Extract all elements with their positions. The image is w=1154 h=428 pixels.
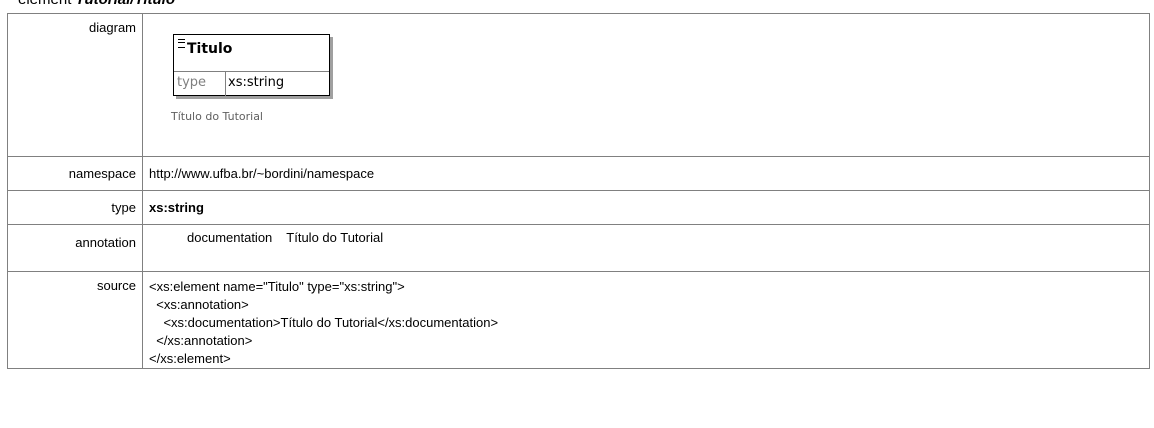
row-source: source <xs:element name="Titulo" type="x… [7, 271, 1150, 369]
element-type-row: type xs:string [174, 71, 329, 96]
element-caption: Título do Tutorial [171, 110, 263, 123]
source-code: <xs:element name="Titulo" type="xs:strin… [142, 271, 1150, 369]
element-box-title: Titulo [187, 41, 233, 57]
row-annotation: annotation documentation Título do Tutori… [7, 224, 1150, 272]
element-type-key: type [174, 72, 226, 96]
annotation-value: Título do Tutorial [286, 230, 384, 245]
namespace-label: namespace [7, 156, 143, 191]
row-type: type xs:string [7, 190, 1150, 225]
element-box[interactable]: Titulo type xs:string [173, 34, 330, 96]
heading-prefix: element [18, 0, 71, 8]
namespace-value: http://www.ufba.br/~bordini/namespace [142, 156, 1150, 191]
annotation-cell: documentation Título do Tutorial [142, 224, 1150, 272]
annotation-key: documentation [187, 230, 273, 245]
diagram-label: diagram [7, 13, 143, 157]
source-label: source [7, 271, 143, 369]
row-diagram: diagram Titulo type xs:string Título do … [7, 13, 1150, 157]
heading-element-name: Tutorial/Titulo [76, 0, 175, 8]
diagram-cell: Titulo type xs:string Título do Tutorial [142, 13, 1150, 157]
element-lines-icon [178, 39, 185, 48]
element-type-value: xs:string [228, 75, 285, 90]
page-title: element Tutorial/Titulo [18, 0, 175, 8]
properties-table: diagram Titulo type xs:string Título do … [7, 13, 1150, 369]
type-label: type [7, 190, 143, 225]
element-diagram: Titulo type xs:string Título do Tutorial [149, 14, 1149, 144]
type-value[interactable]: xs:string [142, 190, 1150, 225]
annotation-label: annotation [7, 224, 143, 272]
row-namespace: namespace http://www.ufba.br/~bordini/na… [7, 156, 1150, 191]
